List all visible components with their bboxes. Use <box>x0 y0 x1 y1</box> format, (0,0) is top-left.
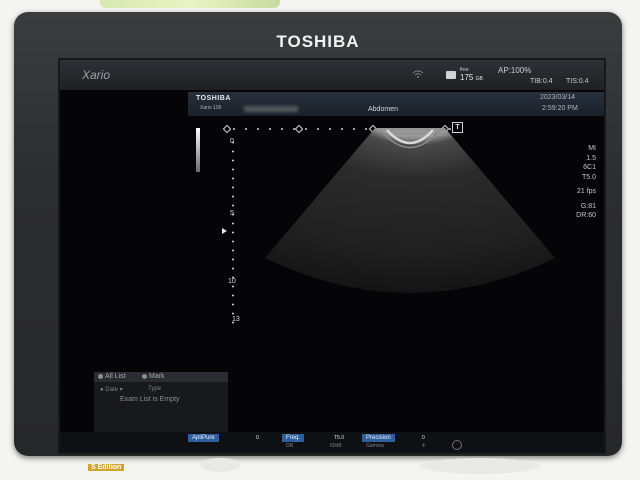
menu-sub-label: Gamma <box>366 443 384 449</box>
info-model: Xario 100 <box>200 105 222 111</box>
focus-marker[interactable] <box>222 228 227 234</box>
info-brand: TOSHIBA <box>196 95 231 102</box>
menu-value: T5.0 <box>334 435 345 441</box>
imaging-parameters: MI 1.5 6C1 T5.0 21 fps G:81 DR:60 <box>576 144 596 221</box>
depth-scale <box>232 138 234 328</box>
exam-time: 2:59:20 PM <box>542 105 578 112</box>
probe-name: 6C1 <box>583 164 596 171</box>
menu-aplipure[interactable]: ApliPure 0 <box>188 434 276 450</box>
tib-value: TIB:0.4 <box>530 78 553 85</box>
settings-icon[interactable] <box>452 440 462 450</box>
gray-scale-bar <box>196 128 200 172</box>
monitor-bezel: TOSHIBA Xario free 175 GB AP:100% TIB:0.… <box>14 12 622 456</box>
depth-label: 5 <box>230 210 234 217</box>
menu-label: ApliPure <box>188 434 219 442</box>
menu-precision[interactable]: Precision 0 Gamma 4 <box>362 434 436 450</box>
disk-icon <box>446 71 456 79</box>
scale-marker <box>222 124 232 134</box>
study-name: Abdomen <box>368 106 398 113</box>
menu-label: Freq. <box>282 434 305 442</box>
menu-frequency[interactable]: Freq. T5.0 DR 60dB <box>282 434 354 450</box>
background-object <box>420 458 540 474</box>
tab-mark[interactable]: Mark <box>142 373 165 380</box>
tab-all-list[interactable]: All List <box>98 373 126 380</box>
brand-logo: TOSHIBA <box>276 32 360 51</box>
depth-label: 0 <box>230 138 234 145</box>
mi-value: 1.5 <box>586 154 596 162</box>
soft-menu-bar: ApliPure 0 Freq. T5.0 DR 60dB Precision … <box>60 432 604 452</box>
patient-info-bar: TOSHIBA Xario 100 Abdomen 2023/03/14 2:5… <box>188 92 604 116</box>
network-icon <box>412 70 424 78</box>
speckle-texture <box>265 128 555 293</box>
tis-value: TIS:0.4 <box>566 78 589 85</box>
gain-value: G:81 <box>580 202 596 210</box>
sort-type[interactable]: Type <box>148 386 161 392</box>
frame-rate: 21 fps <box>576 188 596 195</box>
sort-date[interactable]: ● Date ▾ <box>100 386 123 393</box>
list-icon <box>98 373 103 379</box>
mark-icon <box>142 373 147 379</box>
menu-sub-value: 60dB <box>330 443 342 449</box>
menu-value: 0 <box>256 435 259 441</box>
patient-name-redacted <box>244 106 298 112</box>
background-object <box>200 458 240 472</box>
exam-date: 2023/03/14 <box>540 94 576 101</box>
acoustic-power: AP:100% <box>498 66 532 75</box>
model-logo: Xario <box>82 68 111 82</box>
dynamic-range: DR:60 <box>576 212 596 219</box>
ultrasound-screen: Xario free 175 GB AP:100% TIB:0.4 TIS:0.… <box>58 58 606 454</box>
ultrasound-image[interactable] <box>235 128 555 328</box>
disk-free-value: 175 GB <box>460 73 483 82</box>
edition-label: S Edition <box>88 464 125 471</box>
exam-list-empty-message: Exam List is Empty <box>120 396 180 403</box>
mi-label: MI <box>588 145 596 152</box>
menu-label: Precision <box>362 434 395 442</box>
background-leaf <box>100 0 280 8</box>
menu-sub-label: DR <box>286 443 294 449</box>
top-status-bar: Xario free 175 GB AP:100% TIB:0.4 TIS:0.… <box>60 60 604 90</box>
menu-sub-value: 4 <box>422 443 425 449</box>
exam-list-tabs: All List Mark <box>94 372 228 382</box>
tgc-value: T5.0 <box>581 173 596 181</box>
menu-value: 0 <box>422 435 425 441</box>
